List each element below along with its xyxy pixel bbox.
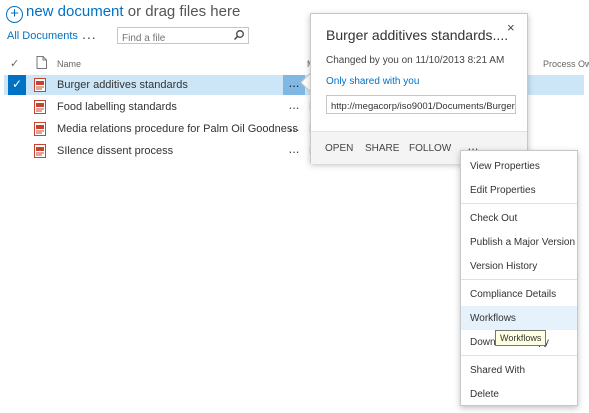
document-name-link[interactable]: Burger additives standards (57, 79, 188, 91)
context-menu: View Properties Edit Properties Check Ou… (460, 150, 578, 406)
word-document-icon (34, 144, 46, 158)
document-url-field[interactable] (327, 98, 515, 113)
plus-circle-icon[interactable]: + (6, 6, 23, 23)
search-input[interactable] (118, 31, 230, 46)
row-more-icon[interactable]: ... (283, 97, 305, 117)
follow-action[interactable]: FOLLOW (409, 143, 451, 154)
document-name-link[interactable]: Food labelling standards (57, 101, 177, 113)
close-icon[interactable]: × (507, 20, 515, 35)
row-checkbox[interactable] (8, 119, 26, 139)
menu-item-version-history[interactable]: Version History (461, 254, 577, 278)
checkmark-icon: ✓ (12, 77, 23, 91)
menu-separator (461, 355, 577, 356)
row-more-icon[interactable]: ... (283, 141, 305, 161)
word-document-icon (34, 122, 46, 136)
menu-item-workflows[interactable]: Workflows (461, 306, 577, 330)
search-icon[interactable] (233, 29, 245, 41)
drag-files-text: or drag files here (127, 3, 241, 20)
new-document-bar: + new document or drag files here (6, 3, 240, 23)
select-all-checkmark-icon[interactable]: ✓ (10, 57, 19, 70)
view-all-documents[interactable]: All Documents (7, 30, 78, 42)
search-box (117, 27, 249, 46)
menu-item-check-out[interactable]: Check Out (461, 206, 577, 230)
menu-item-edit-properties[interactable]: Edit Properties (461, 178, 577, 202)
menu-item-shared-with[interactable]: Shared With (461, 358, 577, 382)
menu-item-compliance-details[interactable]: Compliance Details (461, 282, 577, 306)
row-more-icon[interactable]: ... (283, 119, 305, 139)
open-action[interactable]: OPEN (325, 143, 353, 154)
callout-changed-text: Changed by you on 11/10/2013 8:21 AM (326, 55, 505, 66)
row-checkbox[interactable] (8, 141, 26, 161)
menu-separator (461, 203, 577, 204)
callout-title: Burger additives standards.... (326, 27, 509, 43)
row-checkbox[interactable]: ✓ (8, 75, 26, 95)
column-header-name[interactable]: Name (57, 59, 81, 69)
document-type-header-icon (36, 56, 47, 69)
word-document-icon (34, 78, 46, 92)
callout-shared-link[interactable]: Only shared with you (326, 76, 419, 87)
document-name-link[interactable]: SIlence dissent process (57, 145, 173, 157)
workflows-tooltip: Workflows (495, 330, 547, 346)
new-document-link[interactable]: new document (26, 3, 124, 20)
menu-item-publish-major-version[interactable]: Publish a Major Version (461, 230, 577, 254)
share-action[interactable]: SHARE (365, 143, 399, 154)
column-header-process-owner[interactable]: Process Own (543, 59, 589, 69)
callout-url-box (326, 95, 516, 114)
menu-item-view-properties[interactable]: View Properties (461, 154, 577, 178)
view-more-icon[interactable]: ... (82, 26, 97, 42)
row-checkbox[interactable] (8, 97, 26, 117)
document-name-link[interactable]: Media relations procedure for Palm Oil G… (57, 123, 298, 135)
menu-item-delete[interactable]: Delete (461, 382, 577, 406)
word-document-icon (34, 100, 46, 114)
menu-separator (461, 279, 577, 280)
row-more-icon[interactable]: ... (283, 75, 305, 95)
document-callout: Burger additives standards.... × Changed… (310, 13, 528, 164)
